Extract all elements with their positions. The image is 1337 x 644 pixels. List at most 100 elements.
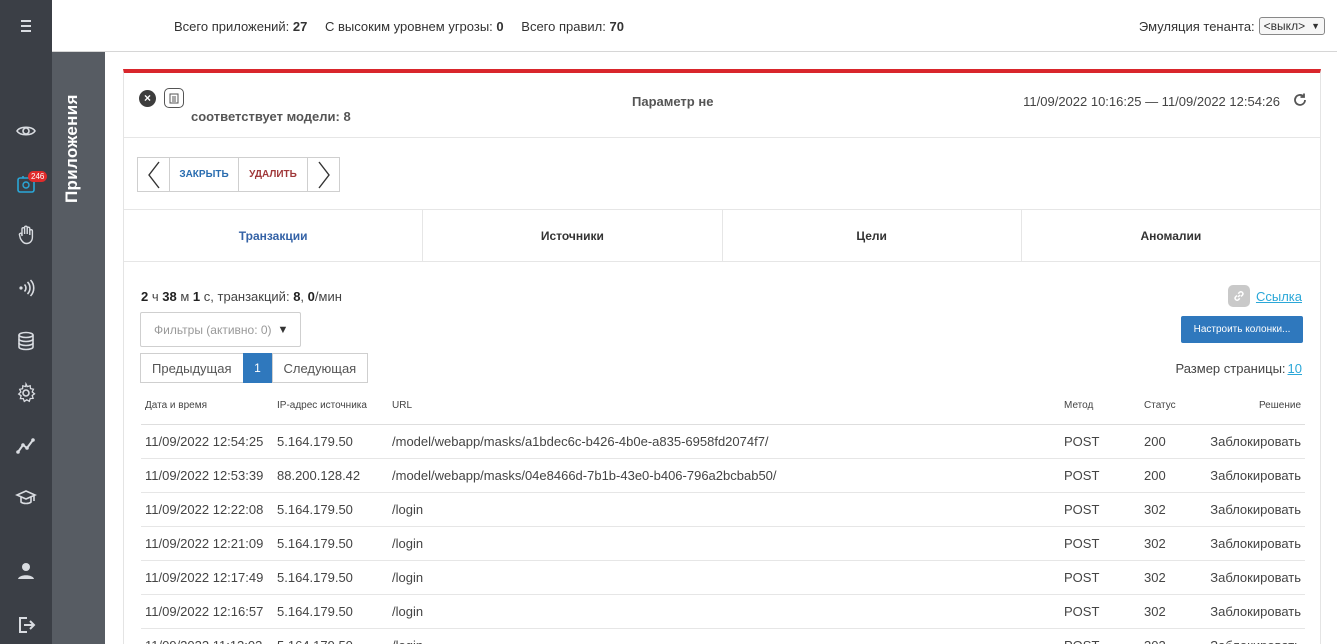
table-header-row: Дата и время IP-адрес источника URL Мето… [141, 388, 1305, 425]
cell-method: POST [1060, 492, 1140, 527]
table-row[interactable]: 11/09/2022 12:53:39 88.200.128.42/model/w… [141, 458, 1305, 493]
cell-method: POST [1060, 560, 1140, 595]
cell-status: 302 [1140, 560, 1195, 595]
stat-high-threat: С высоким уровнем угрозы: 0 [325, 19, 504, 34]
cell-decision[interactable]: Заблокировать [1195, 526, 1305, 561]
chart-icon[interactable] [0, 429, 52, 463]
table-row[interactable]: 11/09/2022 12:22:08 5.164.179.50/login POS… [141, 492, 1305, 527]
cell-method: POST [1060, 458, 1140, 493]
pagination: Предыдущая 1 Следующая [140, 353, 369, 383]
share-link[interactable]: Ссылка [1227, 285, 1302, 307]
cell-datetime: 11/09/2022 12:22:08 [141, 492, 273, 527]
table-row[interactable]: 11/09/2022 12:21:09 5.164.179.50/login POS… [141, 526, 1305, 561]
panel-title: Параметр не [632, 94, 714, 109]
page-size-value[interactable]: 10 [1288, 361, 1302, 376]
transactions-table: Дата и время IP-адрес источника URL Мето… [141, 388, 1305, 644]
cell-decision[interactable]: Заблокировать [1195, 628, 1305, 644]
stat-label: Всего приложений: [174, 19, 290, 34]
table-row[interactable]: 11/09/2022 12:17:49 5.164.179.50/login POS… [141, 560, 1305, 595]
user-icon[interactable] [0, 554, 52, 588]
tab-anomalies[interactable]: Аномалии [1020, 210, 1320, 261]
col-url[interactable]: URL [388, 388, 1060, 425]
stat-label: Всего правил: [521, 19, 606, 34]
hours-unit: ч [151, 289, 159, 304]
page-1-button[interactable]: 1 [242, 353, 273, 383]
chevron-down-icon: ▼ [1311, 21, 1320, 31]
cell-method: POST [1060, 594, 1140, 629]
rate-value: 0 [307, 289, 315, 304]
gear-icon[interactable] [0, 376, 52, 410]
cell-status: 200 [1140, 458, 1195, 493]
col-method[interactable]: Метод [1060, 388, 1140, 425]
panel-header: × соответствует модели: 8 Параметр не 11… [124, 73, 1320, 138]
cell-decision[interactable]: Заблокировать [1195, 492, 1305, 527]
eye-icon[interactable] [0, 114, 52, 148]
next-page-button[interactable]: Следующая [271, 353, 369, 383]
graduation-cap-icon[interactable] [0, 481, 52, 515]
col-source-ip[interactable]: IP-адрес источника [273, 388, 388, 425]
filter-dropdown[interactable]: Фильтры (активно: 0) ▼ [140, 312, 301, 347]
logout-icon[interactable] [0, 608, 52, 642]
tab-transactions[interactable]: Транзакции [124, 210, 422, 261]
stat-value: 27 [292, 19, 308, 34]
cell-decision[interactable]: Заблокировать [1195, 560, 1305, 595]
cell-datetime: 11/09/2022 12:53:39 [141, 458, 273, 493]
rate-unit: /мин [314, 289, 342, 304]
cell-url: /login [388, 526, 1060, 561]
stat-total-apps: Всего приложений: 27 [174, 19, 307, 34]
close-button[interactable]: ЗАКРЫТЬ [169, 157, 239, 192]
cell-decision[interactable]: Заблокировать [1195, 424, 1305, 459]
refresh-icon[interactable] [1292, 92, 1308, 108]
document-icon[interactable] [164, 88, 184, 108]
tenant-select[interactable]: <выкл> ▼ [1258, 17, 1325, 35]
cell-source-ip: 5.164.179.50 [273, 560, 388, 595]
cell-url: /login [388, 594, 1060, 629]
cell-decision[interactable]: Заблокировать [1195, 458, 1305, 493]
next-button[interactable] [307, 157, 340, 192]
prev-page-button[interactable]: Предыдущая [140, 353, 244, 383]
cell-source-ip: 5.164.179.50 [273, 594, 388, 629]
tab-sources[interactable]: Источники [422, 210, 721, 261]
cell-source-ip: 5.164.179.50 [273, 526, 388, 561]
signal-icon[interactable] [0, 271, 52, 305]
cell-status: 302 [1140, 492, 1195, 527]
hand-icon[interactable] [0, 218, 52, 252]
cell-method: POST [1060, 424, 1140, 459]
table-row[interactable]: 11/09/2022 12:16:57 5.164.179.50/login POS… [141, 594, 1305, 629]
stat-value: 70 [609, 19, 624, 34]
cell-method: POST [1060, 526, 1140, 561]
cell-source-ip: 5.164.179.50 [273, 424, 388, 459]
cell-source-ip: 88.200.128.42 [273, 458, 388, 493]
table-row[interactable]: 11/09/2022 11:12:035.164.179.50/loginPOS… [141, 628, 1305, 644]
col-status[interactable]: Статус [1140, 388, 1195, 425]
tab-targets[interactable]: Цели [721, 210, 1021, 261]
tab-bar: Транзакции Источники Цели Аномалии [124, 209, 1320, 262]
cell-status: 302 [1140, 628, 1195, 644]
menu-icon[interactable] [0, 9, 52, 43]
database-icon[interactable] [0, 324, 52, 358]
cell-status: 302 [1140, 594, 1195, 629]
col-datetime[interactable]: Дата и время [141, 388, 273, 425]
transaction-count: 8 [293, 289, 301, 304]
stat-value: 0 [496, 19, 504, 34]
prev-button[interactable] [137, 157, 170, 192]
chevron-right-icon [317, 161, 330, 188]
link-label[interactable]: Ссылка [1256, 289, 1302, 304]
delete-button[interactable]: УДАЛИТЬ [238, 157, 308, 192]
tenant-emulation: Эмуляция тенанта: <выкл> ▼ [1139, 17, 1325, 35]
tenant-label: Эмуляция тенанта: [1138, 18, 1255, 34]
cell-url: /login [388, 492, 1060, 527]
seconds-unit: с, транзакций: [203, 289, 290, 304]
close-icon[interactable]: × [139, 90, 156, 107]
configure-columns-button[interactable]: Настроить колонки... [1181, 316, 1303, 343]
table-row[interactable]: 11/09/2022 12:54:25 5.164.179.50/model/we… [141, 424, 1305, 459]
action-bar: ЗАКРЫТЬ УДАЛИТЬ [137, 157, 340, 192]
col-decision[interactable]: Решение [1195, 388, 1305, 425]
cell-source-ip: 5.164.179.50 [273, 492, 388, 527]
cell-decision[interactable]: Заблокировать [1195, 594, 1305, 629]
cell-url: /login [388, 628, 1060, 644]
cell-source-ip: 5.164.179.50 [273, 628, 388, 644]
stat-total-rules: Всего правил: 70 [521, 19, 624, 34]
stat-label: С высоким уровнем угрозы: [325, 19, 493, 34]
hours-value: 2 [141, 289, 149, 304]
